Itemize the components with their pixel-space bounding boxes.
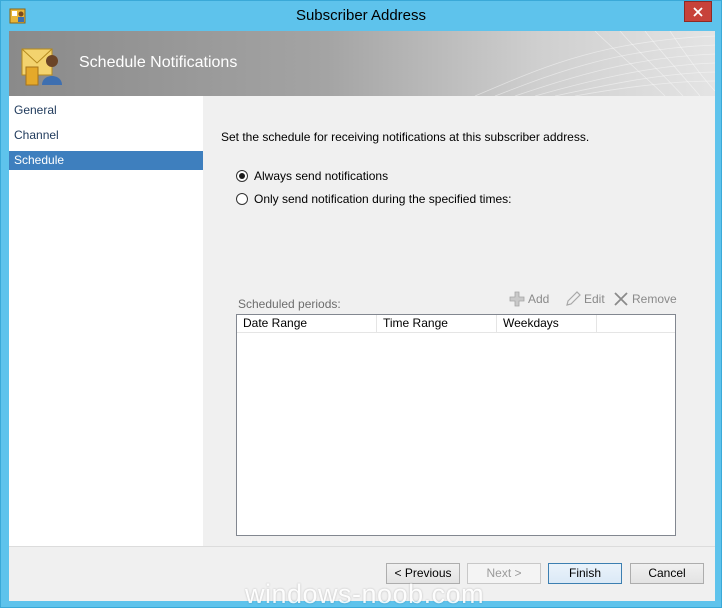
always-send-radio[interactable]: Always send notifications (236, 169, 388, 183)
wizard-nav: General Channel Schedule (9, 96, 203, 546)
schedule-page: Set the schedule for receiving notificat… (203, 96, 715, 546)
page-description: Set the schedule for receiving notificat… (221, 130, 590, 144)
footer-divider (9, 546, 715, 547)
scheduled-periods-list[interactable]: Date Range Time Range Weekdays (236, 314, 676, 536)
banner-title: Schedule Notifications (79, 54, 238, 71)
radio-unselected-icon (236, 193, 248, 205)
wizard-banner: Schedule Notifications (9, 31, 715, 96)
wizard-window: Subscriber Address Schedule Notification… (0, 0, 722, 608)
remove-period-button[interactable]: Remove (613, 291, 677, 307)
scheduled-periods-label: Scheduled periods: (238, 297, 341, 311)
add-period-button[interactable]: Add (509, 291, 549, 307)
watermark-text: windows-noob.com (245, 579, 485, 608)
nav-item-schedule[interactable]: Schedule (9, 151, 203, 170)
column-header-filler (597, 315, 675, 333)
edit-period-button[interactable]: Edit (565, 291, 605, 307)
window-title: Subscriber Address (295, 7, 427, 24)
always-send-label: Always send notifications (254, 169, 389, 183)
close-button[interactable] (684, 1, 712, 22)
cancel-button[interactable]: Cancel (630, 563, 704, 584)
column-header-date-range[interactable]: Date Range (237, 315, 377, 333)
close-icon (693, 6, 703, 17)
column-header-time-range[interactable]: Time Range (377, 315, 497, 333)
column-header-weekdays[interactable]: Weekdays (497, 315, 597, 333)
only-send-radio[interactable]: Only send notification during the specif… (236, 192, 511, 206)
edit-pencil-icon (566, 291, 581, 306)
edit-label: Edit (584, 292, 605, 306)
title-bar[interactable]: Subscriber Address (1, 1, 721, 31)
remove-x-icon (614, 292, 628, 306)
add-label: Add (528, 292, 550, 306)
banner-wave-art (474, 31, 715, 96)
subscriber-envelope-icon (21, 48, 62, 86)
only-send-label: Only send notification during the specif… (254, 192, 512, 206)
radio-selected-icon (236, 170, 248, 182)
nav-item-channel[interactable]: Channel (9, 126, 203, 145)
finish-button[interactable]: Finish (548, 563, 622, 584)
remove-label: Remove (632, 292, 677, 306)
wizard-client-area: Schedule Notifications General Channel S… (9, 31, 715, 601)
nav-item-general[interactable]: General (9, 101, 203, 120)
add-icon (509, 291, 525, 307)
